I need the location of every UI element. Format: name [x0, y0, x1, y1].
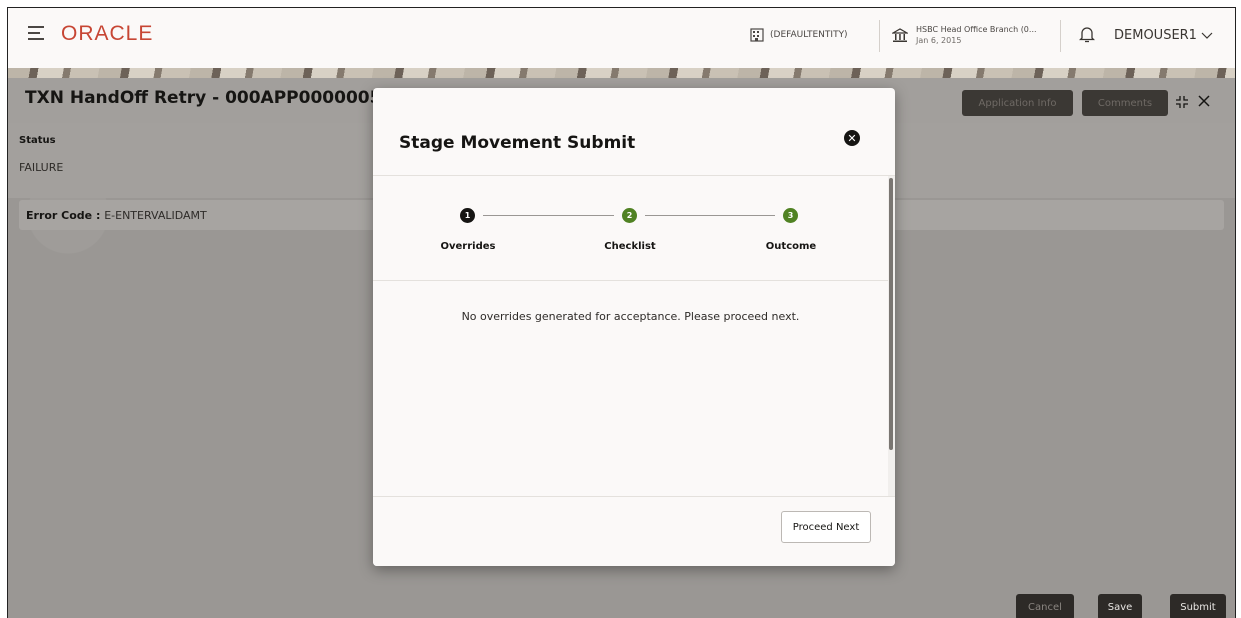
- step-connector: [645, 215, 775, 216]
- bell-icon[interactable]: [1079, 26, 1095, 44]
- app-frame: ORACLE (DEFAULTENTITY) HSBC Head Office …: [7, 7, 1236, 618]
- divider: [879, 20, 880, 52]
- step-label-outcome[interactable]: Outcome: [746, 241, 836, 252]
- page-title: TXN HandOff Retry - 000APP0000005: [25, 88, 382, 108]
- step-indicator[interactable]: 1: [460, 208, 475, 223]
- branch-selector[interactable]: HSBC Head Office Branch (0... Jan 6, 201…: [892, 24, 1037, 46]
- status-value: FAILURE: [19, 161, 64, 174]
- comments-button[interactable]: Comments: [1082, 90, 1168, 116]
- step-connector: [483, 215, 614, 216]
- status-label: Status: [19, 135, 56, 146]
- close-icon[interactable]: ✕: [844, 130, 860, 146]
- top-header: ORACLE (DEFAULTENTITY) HSBC Head Office …: [8, 8, 1235, 68]
- dialog-footer: Proceed Next: [373, 497, 895, 566]
- scrollbar-thumb[interactable]: [889, 178, 893, 450]
- entity-selector[interactable]: (DEFAULTENTITY): [750, 28, 848, 42]
- decorative-banner: [8, 68, 1235, 78]
- save-button[interactable]: Save: [1098, 594, 1142, 618]
- error-code-separator: :: [92, 209, 105, 222]
- entity-label: (DEFAULTENTITY): [770, 30, 848, 40]
- collapse-icon[interactable]: [1175, 95, 1189, 109]
- stepper: 1 2 3 Overrides Checklist Outcome: [373, 176, 888, 280]
- close-icon[interactable]: [1197, 94, 1211, 108]
- chevron-down-icon: [1201, 32, 1213, 39]
- step-indicator[interactable]: 2: [622, 208, 637, 223]
- branch-name: HSBC Head Office Branch (0...: [916, 25, 1037, 34]
- divider: [1060, 20, 1061, 52]
- cancel-button[interactable]: Cancel: [1016, 594, 1074, 618]
- step-label-overrides[interactable]: Overrides: [423, 241, 513, 252]
- proceed-next-button[interactable]: Proceed Next: [781, 511, 871, 543]
- application-info-button[interactable]: Application Info: [962, 90, 1073, 116]
- menu-icon[interactable]: [28, 26, 44, 40]
- overrides-message: No overrides generated for acceptance. P…: [461, 310, 800, 323]
- oracle-logo: ORACLE: [61, 22, 154, 45]
- submit-button[interactable]: Submit: [1170, 594, 1226, 618]
- bank-icon: [892, 28, 908, 42]
- building-icon: [750, 28, 764, 42]
- username: DEMOUSER1: [1114, 28, 1197, 43]
- dialog-title: Stage Movement Submit: [399, 133, 636, 153]
- step-indicator[interactable]: 3: [783, 208, 798, 223]
- user-menu[interactable]: DEMOUSER1: [1114, 28, 1213, 43]
- branch-date: Jan 6, 2015: [916, 36, 962, 45]
- step-label-checklist[interactable]: Checklist: [585, 241, 675, 252]
- error-code-value: E-ENTERVALIDAMT: [104, 209, 207, 222]
- stage-movement-dialog: Stage Movement Submit ✕ 1 2 3 Overrides …: [373, 88, 895, 566]
- dialog-content: No overrides generated for acceptance. P…: [373, 281, 888, 496]
- error-code-label: Error Code: [26, 209, 93, 222]
